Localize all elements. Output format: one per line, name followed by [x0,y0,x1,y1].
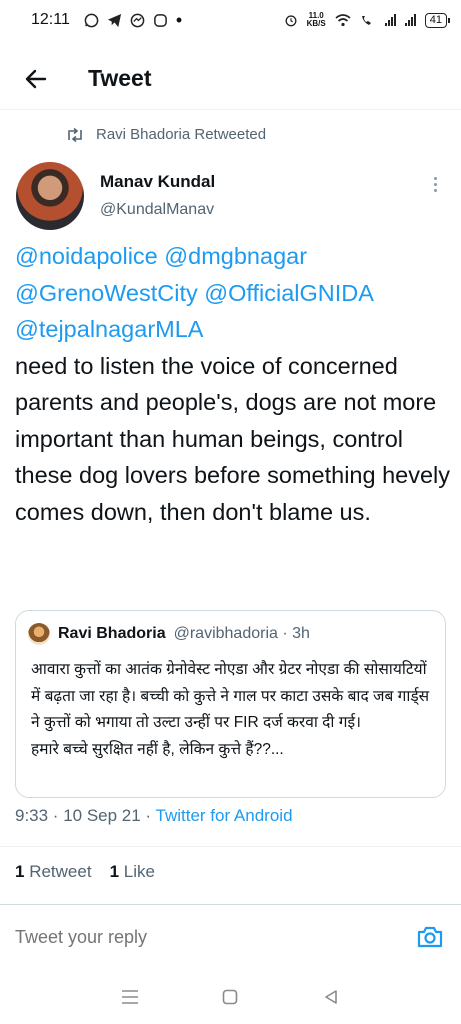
arrow-left-icon [25,69,47,88]
reply-input[interactable] [15,927,395,948]
net-speed: 11.0 KB/S [307,12,326,28]
more-dot-icon [433,176,437,180]
mention-link[interactable]: @GrenoWestCity @OfficialGNIDA [15,275,451,312]
quoted-text-line: हमारे बच्चे सुरक्षित नहीं है, लेकिन कुत्… [31,740,284,758]
tweet-text: @noidapolice @dmgbnagar @GrenoWestCity @… [15,238,451,530]
author-handle[interactable]: @KundalManav [100,201,214,219]
more-options-button[interactable] [425,172,445,196]
signal-2-icon [404,14,416,26]
quoted-author-name: Ravi Bhadoria [58,625,166,642]
quoted-author-handle: @ravibhadoria · 3h [173,625,310,642]
status-bar: 12:11 • 11.0 KB/S 41 [0,0,461,40]
telegram-icon [107,13,121,27]
mention-link[interactable]: @tejpalnagarMLA [15,311,451,348]
retweets-stat[interactable]: 1 Retweet [15,862,92,882]
quoted-author-avatar [28,623,50,645]
likes-count: 1 [109,862,120,881]
retweet-context[interactable]: Ravi Bhadoria Retweeted [66,126,266,143]
triangle-back-icon [325,990,337,1004]
likes-label: Like [123,862,155,881]
tweet-timestamp: 9:33 · 10 Sep 21 · [15,806,156,825]
tweet-meta: 9:33 · 10 Sep 21 · Twitter for Android [15,806,293,826]
status-right: 11.0 KB/S 41 [284,12,451,28]
reply-bar [0,904,461,970]
system-back-button[interactable] [316,982,346,1012]
status-time: 12:11 [31,11,70,28]
dot-icon: • [175,10,183,30]
notification-icons: • [84,10,183,30]
page-title: Tweet [88,65,152,91]
app-icon [153,13,167,27]
top-app-bar: Tweet [0,48,461,110]
home-square-icon [223,989,238,1005]
messenger-icon [130,13,145,27]
divider [0,846,461,847]
quoted-text-line: आवारा कुत्तों का आतंक ग्रेनोवेस्ट नोएडा … [31,661,430,731]
likes-stat[interactable]: 1 Like [110,862,155,882]
quoted-tweet-text: आवारा कुत्तों का आतंक ग्रेनोवेस्ट नोएडा … [28,657,433,763]
author-name[interactable]: Manav Kundal [100,172,215,192]
retweet-context-label: Ravi Bhadoria Retweeted [96,126,267,143]
battery-icon: 41 [424,12,451,28]
home-button[interactable] [215,982,245,1012]
author-avatar[interactable] [16,162,84,230]
tweet-body: need to listen the voice of concerned pa… [15,352,451,525]
quoted-tweet-card[interactable]: Ravi Bhadoria @ravibhadoria · 3h आवारा क… [15,610,446,798]
more-dot-icon [433,188,437,192]
mention-link[interactable]: @noidapolice @dmgbnagar [15,238,451,275]
camera-icon[interactable] [416,923,444,951]
system-nav-bar [0,970,461,1024]
retweet-icon [68,127,82,142]
tweet-stats: 1 Retweet 1 Like [15,862,155,882]
wifi-icon [335,13,351,26]
quoted-tweet-header: Ravi Bhadoria @ravibhadoria · 3h [28,623,433,645]
more-dot-icon [433,182,437,186]
retweets-count: 1 [15,862,25,881]
net-speed-unit: KB/S [306,19,326,28]
tweet-client-link[interactable]: Twitter for Android [156,806,293,825]
alarm-icon [285,15,297,27]
retweets-label: Retweet [29,862,92,881]
call-icon [361,15,371,25]
back-button[interactable] [16,59,56,99]
menu-icon [122,990,139,1004]
whatsapp-icon [84,13,99,27]
recents-button[interactable] [115,982,145,1012]
signal-1-icon [384,14,396,26]
